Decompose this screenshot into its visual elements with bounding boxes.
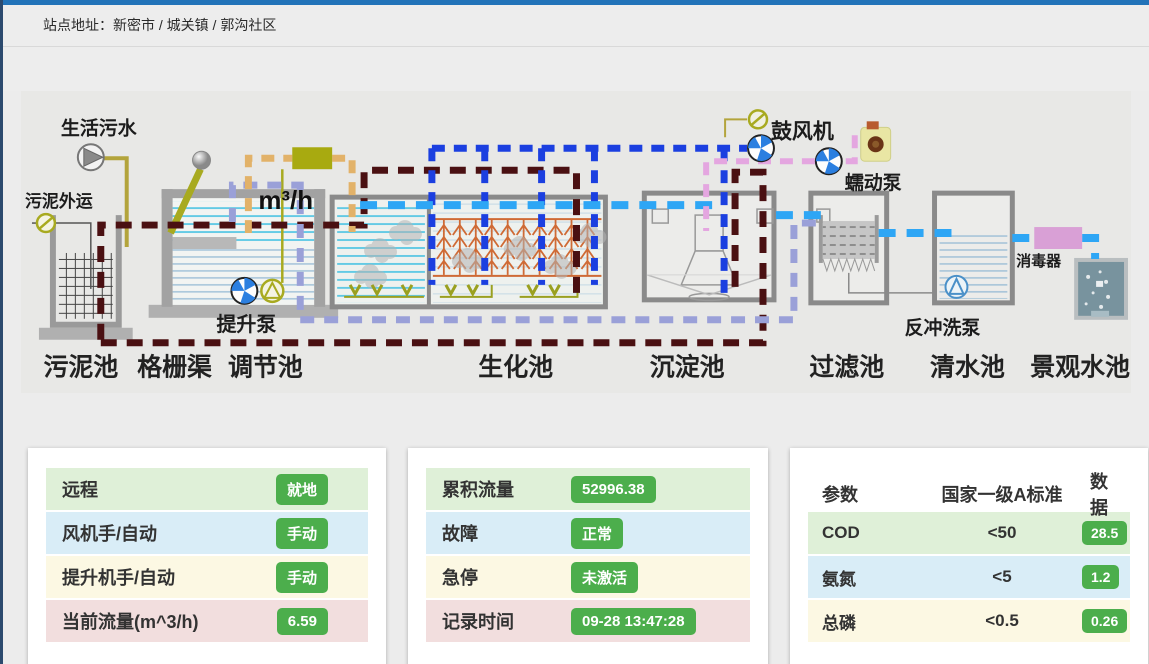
row-label: 记录时间 (442, 608, 571, 634)
row-label: 当前流量(m^3/h) (62, 608, 199, 634)
tank-label-grid: 格栅渠 (137, 353, 212, 382)
page-header: 站点地址：新密市 / 城关镇 / 郭沟社区 (3, 5, 1149, 91)
tank-label-sedimentation: 沉淀池 (650, 353, 725, 382)
tank-label-adjust: 调节池 (228, 353, 303, 382)
control-row-fan-mode: 风机手/自动 手动 (46, 512, 368, 554)
quality-row-phosphorus: 总磷 <0.5 0.26 (808, 600, 1130, 642)
clearwater-tank (935, 193, 1013, 303)
main-area: 生活污水 污泥外运 提升泵 m³/h 鼓风机 蠕动泵 消毒器 反冲洗泵 污泥池 … (3, 91, 1149, 664)
flow-meter (292, 147, 332, 169)
param-standard: <5 (922, 567, 1082, 587)
row-label: 故障 (442, 520, 571, 546)
row-label: 累积流量 (442, 476, 571, 502)
tank-label-sludge: 污泥池 (43, 354, 118, 382)
status-row-record-time: 记录时间 09-28 13:47:28 (426, 600, 750, 642)
status-cards: 远程 就地 风机手/自动 手动 提升机手/自动 手动 当前流量(m^3/h) 6… (28, 448, 1149, 664)
param-name: 氨氮 (822, 565, 922, 590)
phosphorus-value-badge: 0.26 (1082, 609, 1127, 633)
lift-pump-fan-icon (231, 278, 257, 304)
control-panel: 远程 就地 风机手/自动 手动 提升机手/自动 手动 当前流量(m^3/h) 6… (28, 448, 386, 664)
param-standard: <50 (922, 523, 1082, 543)
quality-panel: 参数 国家一级A标准 数据 COD <50 28.5 氨氮 <5 1.2 总磷 … (790, 448, 1148, 664)
label-disinfector: 消毒器 (1016, 252, 1062, 270)
tank-label-bio: 生化池 (478, 353, 553, 382)
peristaltic-pump-icon (861, 121, 891, 161)
process-diagram-panel: 生活污水 污泥外运 提升泵 m³/h 鼓风机 蠕动泵 消毒器 反冲洗泵 污泥池 … (21, 91, 1131, 393)
record-time-badge: 09-28 13:47:28 (571, 608, 696, 635)
label-flow-unit: m³/h (258, 187, 313, 215)
current-flow-badge: 6.59 (277, 608, 328, 635)
tank-label-landscape: 景观水池 (1030, 354, 1130, 382)
quality-header-row: 参数 国家一级A标准 数据 (808, 468, 1130, 510)
label-peristaltic-pump: 蠕动泵 (845, 172, 902, 194)
param-name: COD (822, 523, 922, 543)
bio-tank (332, 197, 606, 307)
tank-label-clearwater: 清水池 (930, 354, 1005, 382)
row-label: 急停 (442, 564, 571, 590)
row-label: 提升机手/自动 (62, 564, 175, 590)
tank-label-filter: 过滤池 (809, 354, 884, 382)
total-flow-badge: 52996.38 (571, 476, 656, 503)
quality-header-param: 参数 (822, 481, 922, 507)
remote-mode-badge[interactable]: 就地 (276, 474, 328, 505)
landscape-pool (1076, 260, 1126, 318)
control-row-remote: 远程 就地 (46, 468, 368, 510)
cod-value-badge: 28.5 (1082, 521, 1127, 545)
peristaltic-fan-icon (816, 148, 842, 174)
process-flow-diagram: 生活污水 污泥外运 提升泵 m³/h 鼓风机 蠕动泵 消毒器 反冲洗泵 污泥池 … (21, 97, 1131, 393)
quality-header-standard: 国家一级A标准 (922, 481, 1082, 507)
param-standard: <0.5 (922, 611, 1082, 631)
row-label: 风机手/自动 (62, 520, 157, 546)
status-row-fault: 故障 正常 (426, 512, 750, 554)
label-backwash-pump: 反冲洗泵 (905, 316, 981, 339)
fan-mode-badge[interactable]: 手动 (276, 518, 328, 549)
site-address: 站点地址：新密市 / 城关镇 / 郭沟社区 (3, 5, 1149, 47)
ammonia-value-badge: 1.2 (1082, 565, 1119, 589)
fault-badge: 正常 (571, 518, 623, 549)
label-sludge-out: 污泥外运 (25, 191, 93, 211)
disinfector-box (1034, 227, 1082, 249)
quality-header-data: 数据 (1082, 468, 1116, 520)
label-domestic-sewage: 生活污水 (61, 116, 138, 139)
control-row-lift-mode: 提升机手/自动 手动 (46, 556, 368, 598)
label-lift-pump: 提升泵 (216, 312, 276, 336)
lift-mode-badge[interactable]: 手动 (276, 562, 328, 593)
param-name: 总磷 (822, 609, 922, 634)
blower-valve-icon (749, 110, 767, 128)
screen-motor (193, 151, 211, 169)
label-blower: 鼓风机 (771, 119, 834, 143)
row-label: 远程 (62, 476, 98, 502)
control-row-current-flow: 当前流量(m^3/h) 6.59 (46, 600, 368, 642)
status-row-estop: 急停 未激活 (426, 556, 750, 598)
estop-badge: 未激活 (571, 562, 638, 593)
status-row-total-flow: 累积流量 52996.38 (426, 468, 750, 510)
status-panel: 累积流量 52996.38 故障 正常 急停 未激活 记录时间 09-28 13… (408, 448, 768, 664)
scada-page: 站点地址：新密市 / 城关镇 / 郭沟社区 (0, 0, 1149, 664)
quality-row-ammonia: 氨氮 <5 1.2 (808, 556, 1130, 598)
